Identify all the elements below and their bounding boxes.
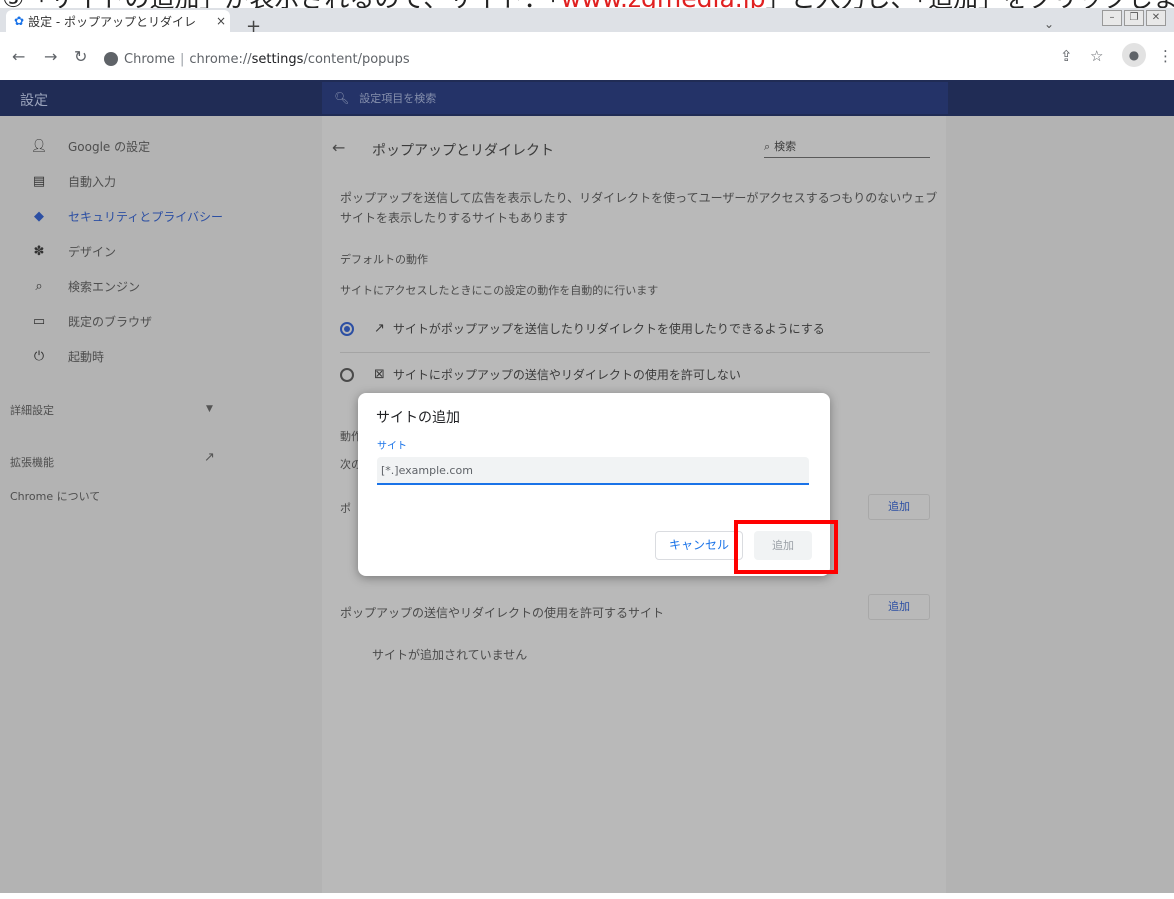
description: ポップアップを送信して広告を表示したり、リダイレクトを使ってユーザーがアクセスす… (340, 191, 938, 225)
forward-icon[interactable]: → (44, 48, 57, 66)
tab-strip: ✿ 設定 - ポップアップとリダイレ × + ⌄ – ❐ ✕ (0, 8, 1174, 36)
search-icon: 🔍︎ (334, 91, 350, 105)
chrome-icon (104, 52, 118, 66)
sidebar-about[interactable]: Chrome について (10, 488, 100, 504)
block-sites-label: ポ (340, 502, 351, 515)
share-icon[interactable]: ⇪ (1060, 47, 1073, 65)
omnibox-path: settings (251, 51, 304, 67)
add-allow-site-button[interactable]: 追加 (868, 594, 930, 620)
sidebar-item-default-browser[interactable]: ▭ 既定のブラウザ (0, 307, 322, 335)
site-input[interactable] (377, 457, 809, 485)
sidebar-item-label: セキュリティとプライバシー (68, 209, 224, 224)
radio-block[interactable] (340, 367, 354, 382)
radio-block-label: サイトにポップアップの送信やリダイレクトの使用を許可しない (392, 368, 741, 382)
bottom-strip (0, 893, 1174, 899)
radio-allow-row[interactable]: ↗ サイトがポップアップを送信したりリダイレクトを使用したりできるようにする (340, 320, 825, 337)
sidebar-item-label: Google の設定 (68, 139, 151, 154)
omnibox-rest: /content/popups (303, 51, 410, 67)
tab-close-icon[interactable]: × (212, 14, 230, 28)
site-field-label: サイト (377, 441, 407, 452)
minimize-icon[interactable]: – (1102, 10, 1122, 26)
reload-icon[interactable]: ↻ (74, 48, 87, 66)
radio-allow[interactable] (340, 321, 354, 336)
cancel-button[interactable]: キャンセル (655, 531, 743, 560)
search-icon: ⌕ (35, 278, 43, 294)
chevron-down-icon[interactable]: ▼ (206, 404, 213, 414)
omnibox-scheme: chrome:// (189, 51, 252, 67)
divider (340, 352, 930, 353)
default-behavior-heading: デフォルトの動作 (340, 253, 428, 266)
content-search-label: 検索 (774, 140, 797, 153)
browser-toolbar: ← → ↻ Chrome | chrome://settings/content… (0, 32, 1174, 80)
gear-icon: ✿ (14, 14, 25, 28)
open-in-new-icon[interactable]: ↗ (204, 450, 215, 465)
sidebar-advanced[interactable]: 詳細設定 (10, 402, 54, 418)
omnibox-separator: | (180, 51, 185, 67)
search-icon: ⌕ (764, 140, 771, 153)
shield-icon: ◆ (34, 208, 44, 224)
browser-icon: ▭ (32, 313, 46, 329)
settings-search[interactable]: 🔍︎ 設定項目を検索 (322, 82, 948, 114)
sidebar-item-label: 検索エンジン (68, 279, 141, 294)
menu-kebab-icon[interactable]: ⋮ (1158, 47, 1173, 65)
sidebar-item-label: 自動入力 (68, 174, 117, 189)
radio-block-row[interactable]: ⊠ サイトにポップアップの送信やリダイレクトの使用を許可しない (340, 366, 741, 383)
close-window-icon[interactable]: ✕ (1146, 10, 1166, 26)
settings-header: 設定 🔍︎ 設定項目を検索 (0, 80, 1174, 116)
no-sites-text: サイトが追加されていません (372, 648, 528, 662)
sidebar-item-label: 既定のブラウザ (68, 314, 153, 329)
settings-title: 設定 (20, 93, 48, 109)
back-icon[interactable]: ← (12, 48, 25, 66)
dialog-title: サイトの追加 (376, 410, 460, 426)
person-icon: 👤︎ (30, 138, 48, 154)
sidebar-item-google[interactable]: 👤︎ Google の設定 (0, 132, 322, 160)
sidebar: 👤︎ Google の設定 ▤ 自動入力 ◆ セキュリティとプライバシー ✽ デ… (0, 116, 322, 899)
sidebar-extensions[interactable]: 拡張機能 (10, 454, 54, 470)
sidebar-item-label: デザイン (68, 244, 117, 259)
default-behavior-sub: サイトにアクセスしたときにこの設定の動作を自動的に行います (340, 284, 659, 297)
sidebar-item-startup[interactable]: ⏻ 起動時 (0, 342, 322, 370)
tab-settings[interactable]: ✿ 設定 - ポップアップとリダイレ × (6, 10, 230, 32)
tab-search-icon[interactable]: ⌄ (1044, 17, 1054, 31)
power-icon: ⏻ (33, 348, 45, 364)
restore-icon[interactable]: ❐ (1124, 10, 1144, 26)
highlight-box (734, 520, 838, 574)
allow-sites-label: ポップアップの送信やリダイレクトの使用を許可するサイト (340, 606, 665, 620)
open-in-new-icon: ↗ (374, 321, 385, 336)
sidebar-item-design[interactable]: ✽ デザイン (0, 237, 322, 265)
tab-title: 設定 - ポップアップとリダイレ (28, 14, 197, 29)
back-arrow-icon[interactable]: ← (332, 138, 345, 157)
page-title: ポップアップとリダイレクト (372, 143, 554, 159)
sidebar-item-search-engine[interactable]: ⌕ 検索エンジン (0, 272, 322, 300)
palette-icon: ✽ (33, 243, 45, 259)
sidebar-item-label: 起動時 (68, 349, 105, 364)
content-search[interactable]: ⌕ 検索 (764, 138, 930, 158)
profile-avatar-icon[interactable]: ● (1122, 43, 1146, 67)
blocked-popup-icon: ⊠ (374, 367, 385, 382)
add-block-site-button[interactable]: 追加 (868, 494, 930, 520)
bookmark-star-icon[interactable]: ☆ (1090, 47, 1103, 65)
radio-allow-label: サイトがポップアップを送信したりリダイレクトを使用したりできるようにする (392, 322, 825, 336)
clipboard-icon: ▤ (32, 173, 46, 189)
sidebar-item-security[interactable]: ◆ セキュリティとプライバシー (0, 202, 322, 230)
sidebar-item-autofill[interactable]: ▤ 自動入力 (0, 167, 322, 195)
settings-search-placeholder: 設定項目を検索 (359, 92, 437, 105)
omnibox-site: Chrome (124, 51, 175, 67)
address-bar[interactable]: Chrome | chrome://settings/content/popup… (104, 48, 410, 70)
